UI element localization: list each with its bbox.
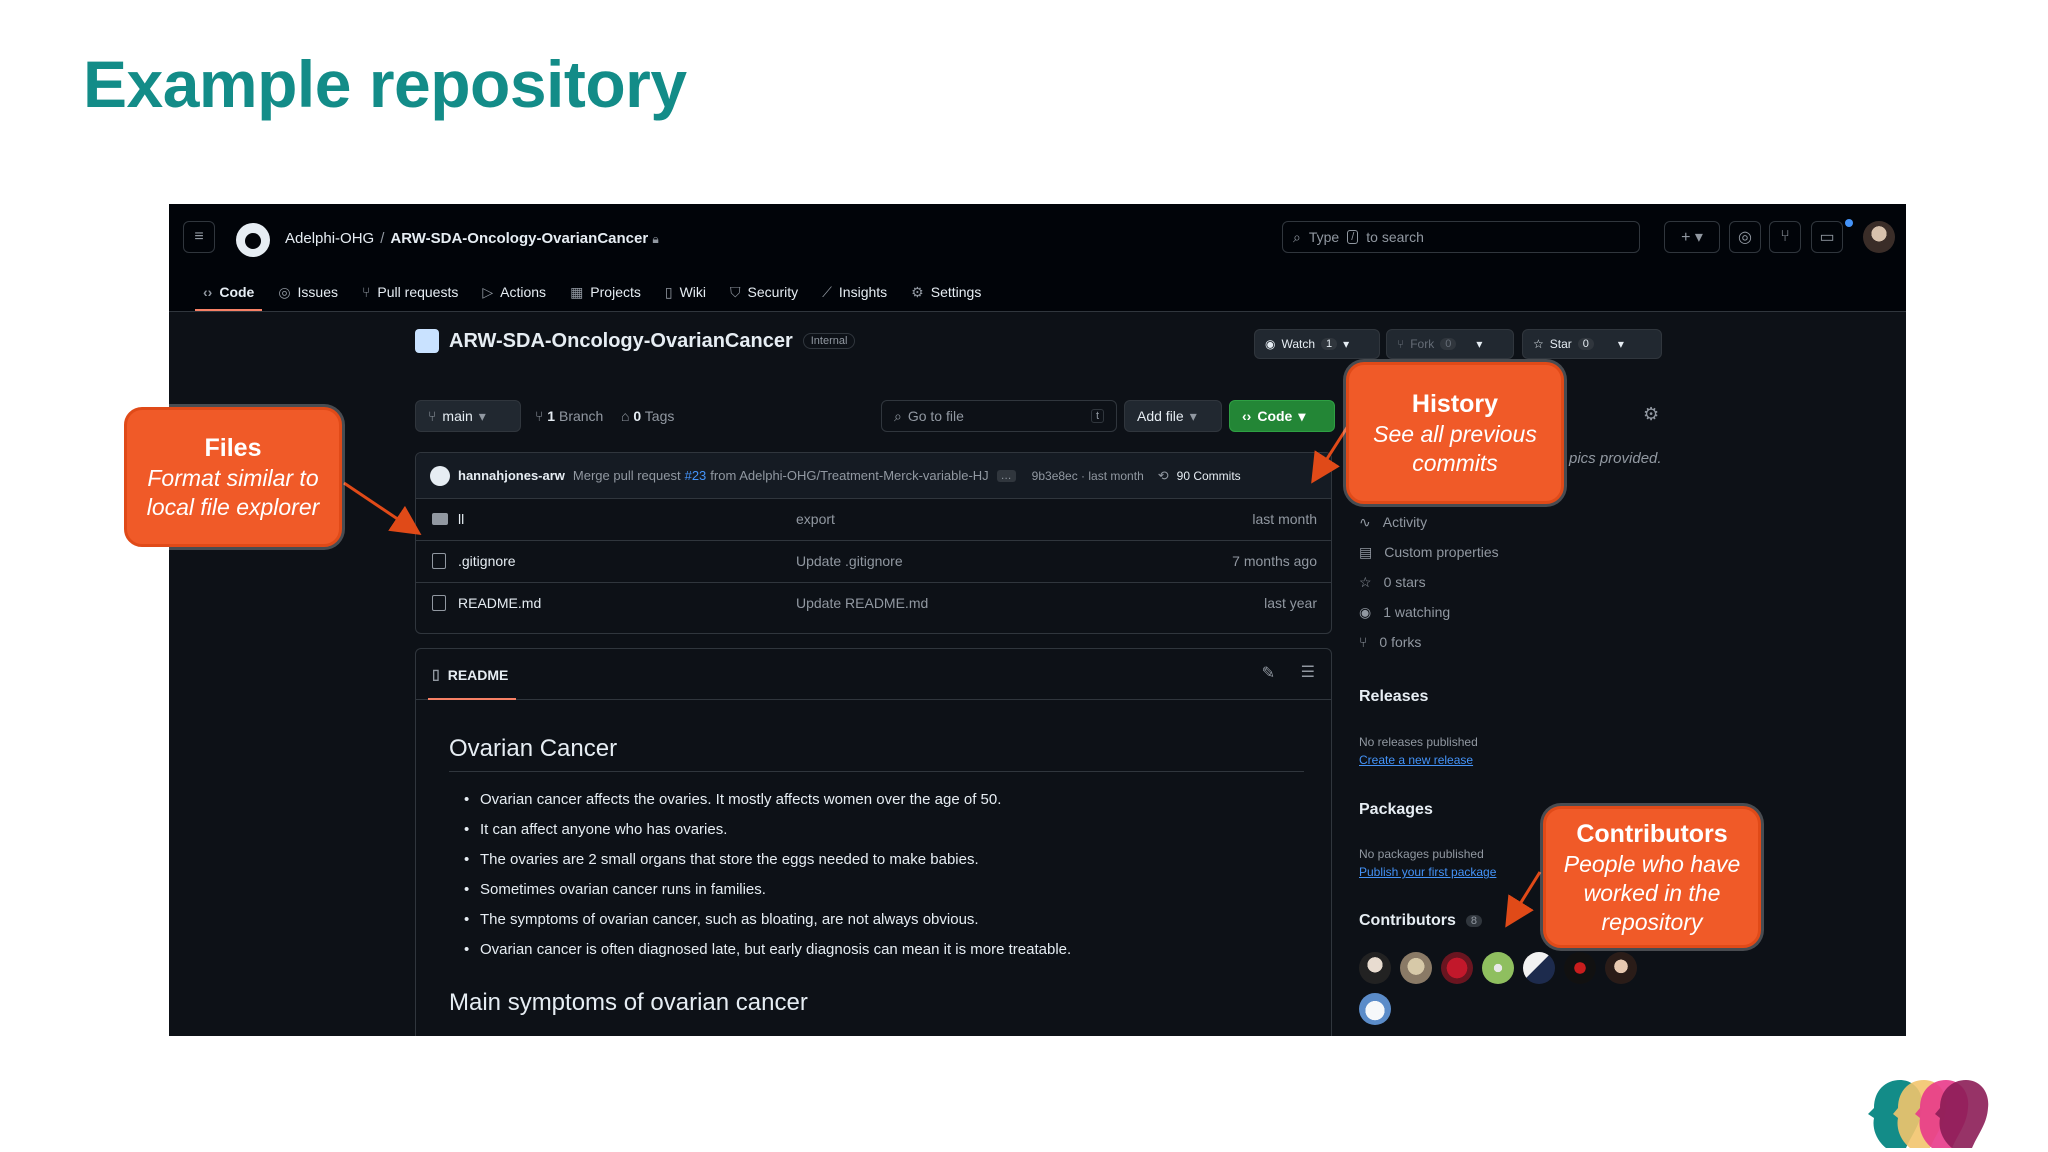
files-callout-title: Files	[204, 434, 262, 462]
files-callout-text: Format similar to local file explorer	[146, 465, 320, 520]
brand-logo	[1868, 1080, 1989, 1148]
contributors-callout-text: People who have worked in the repository	[1563, 850, 1741, 935]
history-arrow	[1311, 425, 1350, 484]
history-callout-title: History	[1411, 390, 1499, 418]
files-callout: Files Format similar to local file explo…	[124, 407, 342, 547]
contributors-arrow	[1505, 871, 1542, 928]
contributors-callout-title: Contributors	[1576, 819, 1728, 848]
history-callout: History See all previous commits	[1346, 362, 1564, 504]
contributors-callout: Contributors People who have worked in t…	[1543, 806, 1761, 948]
history-callout-text: See all previous commits	[1373, 421, 1537, 476]
files-arrow	[343, 481, 422, 536]
callout-arrows	[343, 425, 1542, 928]
